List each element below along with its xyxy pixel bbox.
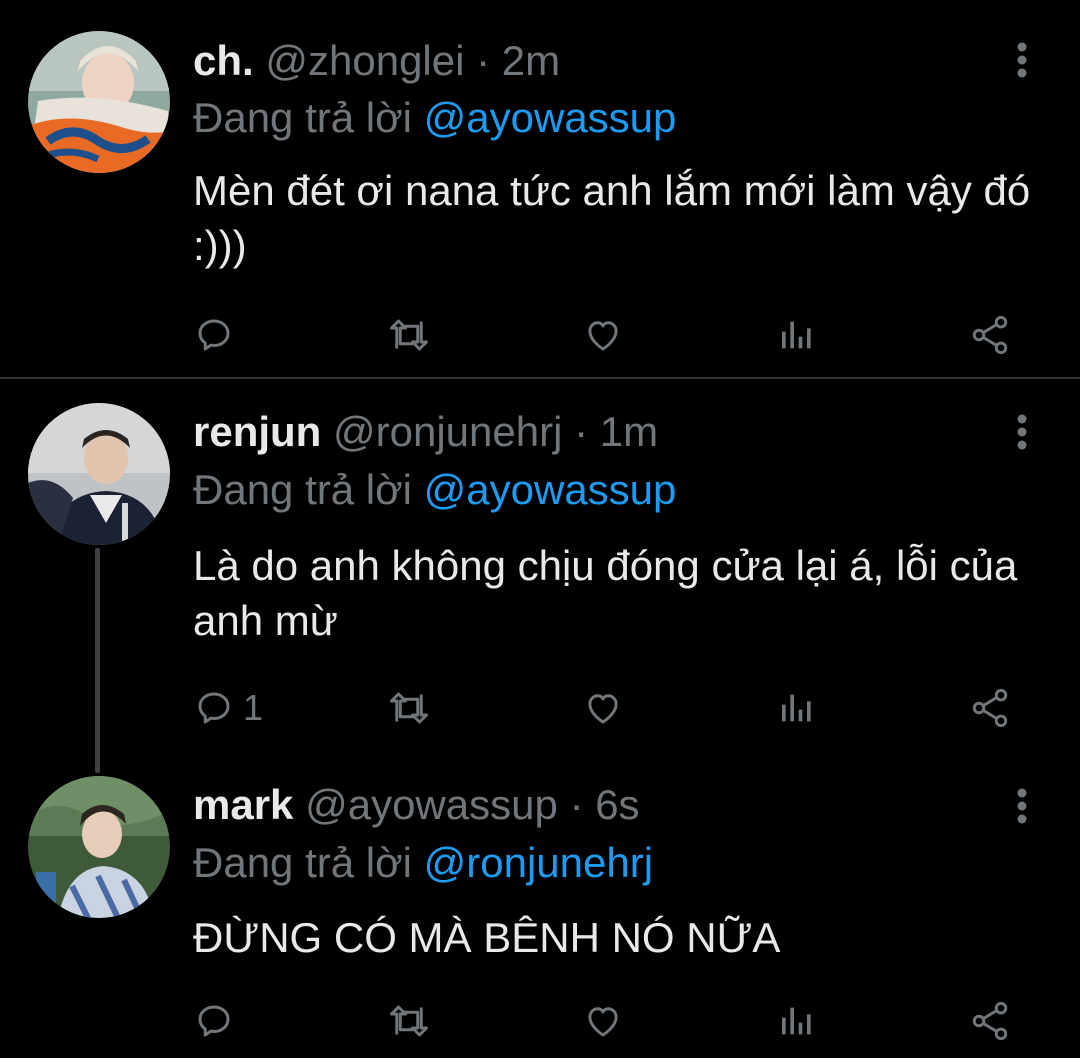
separator-dot: · <box>569 781 584 828</box>
share-button[interactable] <box>968 996 1012 1046</box>
retweet-icon <box>390 1005 428 1037</box>
tweet-1[interactable]: ch. @zhonglei · 2m Đang trả lời @ayowass… <box>0 0 1080 377</box>
share-icon <box>972 688 1008 728</box>
display-name[interactable]: renjun <box>193 408 321 455</box>
analytics-button[interactable] <box>777 683 817 733</box>
retweet-button[interactable] <box>386 996 432 1046</box>
replying-to-line: Đang trả lời @ayowassup <box>193 465 676 515</box>
tweet-header: renjun @ronjunehrj · 1m <box>193 407 658 457</box>
tweet-text: Là do anh không chịu đóng cửa lại á, lỗi… <box>193 542 1018 644</box>
tweet-text: Mèn đét ơi nana tức anh lắm mới làm vậy … <box>193 167 1031 269</box>
analytics-icon <box>782 1007 811 1035</box>
tweet-header: ch. @zhonglei · 2m <box>193 36 560 86</box>
timestamp[interactable]: 1m <box>600 408 658 455</box>
more-vertical-icon <box>1017 788 1027 824</box>
reply-button[interactable] <box>193 996 243 1046</box>
separator-dot: · <box>574 408 589 455</box>
share-icon <box>972 315 1008 355</box>
reply-icon <box>198 319 230 351</box>
reply-icon <box>198 692 230 724</box>
reply-button[interactable]: 1 <box>193 683 263 733</box>
replying-to-handle[interactable]: @ayowassup <box>424 466 677 513</box>
more-options-button[interactable] <box>1000 410 1044 454</box>
analytics-button[interactable] <box>777 996 817 1046</box>
avatar[interactable] <box>28 776 170 918</box>
replying-to-handle[interactable]: @ayowassup <box>424 94 677 141</box>
retweet-icon <box>390 319 428 351</box>
avatar[interactable] <box>28 31 170 173</box>
like-button[interactable] <box>581 996 625 1046</box>
more-vertical-icon <box>1017 42 1027 78</box>
reply-icon <box>198 1005 230 1037</box>
replying-to-line: Đang trả lời @ayowassup <box>193 93 676 143</box>
avatar[interactable] <box>28 403 170 545</box>
tweet-text: ĐỪNG CÓ MÀ BÊNH NÓ NỮA <box>193 914 781 961</box>
display-name[interactable]: ch. <box>193 37 254 84</box>
retweet-button[interactable] <box>386 310 432 360</box>
user-handle[interactable]: @zhonglei <box>265 37 464 84</box>
heart-icon <box>588 694 618 724</box>
thread-connector-line <box>95 548 100 773</box>
timestamp[interactable]: 6s <box>595 781 639 828</box>
display-name[interactable]: mark <box>193 781 293 828</box>
tweet-header: mark @ayowassup · 6s <box>193 780 640 830</box>
heart-icon <box>588 321 618 351</box>
tweet-divider <box>0 377 1080 379</box>
separator-dot: · <box>476 37 491 84</box>
retweet-icon <box>390 692 428 724</box>
reply-button[interactable] <box>193 310 243 360</box>
like-button[interactable] <box>581 310 625 360</box>
replying-to-label: Đang trả lời <box>193 94 412 141</box>
analytics-button[interactable] <box>777 310 817 360</box>
analytics-icon <box>782 694 811 722</box>
more-options-button[interactable] <box>1000 38 1044 82</box>
heart-icon <box>588 1007 618 1037</box>
user-handle[interactable]: @ronjunehrj <box>333 408 562 455</box>
user-handle[interactable]: @ayowassup <box>305 781 558 828</box>
like-button[interactable] <box>581 683 625 733</box>
replying-to-line: Đang trả lời @ronjunehrj <box>193 838 653 888</box>
share-icon <box>972 1001 1008 1041</box>
share-button[interactable] <box>968 683 1012 733</box>
timestamp[interactable]: 2m <box>502 37 560 84</box>
more-options-button[interactable] <box>1000 784 1044 828</box>
analytics-icon <box>782 321 811 349</box>
reply-count: 1 <box>243 687 264 728</box>
replying-to-handle[interactable]: @ronjunehrj <box>424 839 653 886</box>
more-vertical-icon <box>1017 414 1027 450</box>
share-button[interactable] <box>968 310 1012 360</box>
tweet-2[interactable] <box>0 0 1080 545</box>
replying-to-label: Đang trả lời <box>193 839 412 886</box>
retweet-button[interactable] <box>386 683 432 733</box>
replying-to-label: Đang trả lời <box>193 466 412 513</box>
